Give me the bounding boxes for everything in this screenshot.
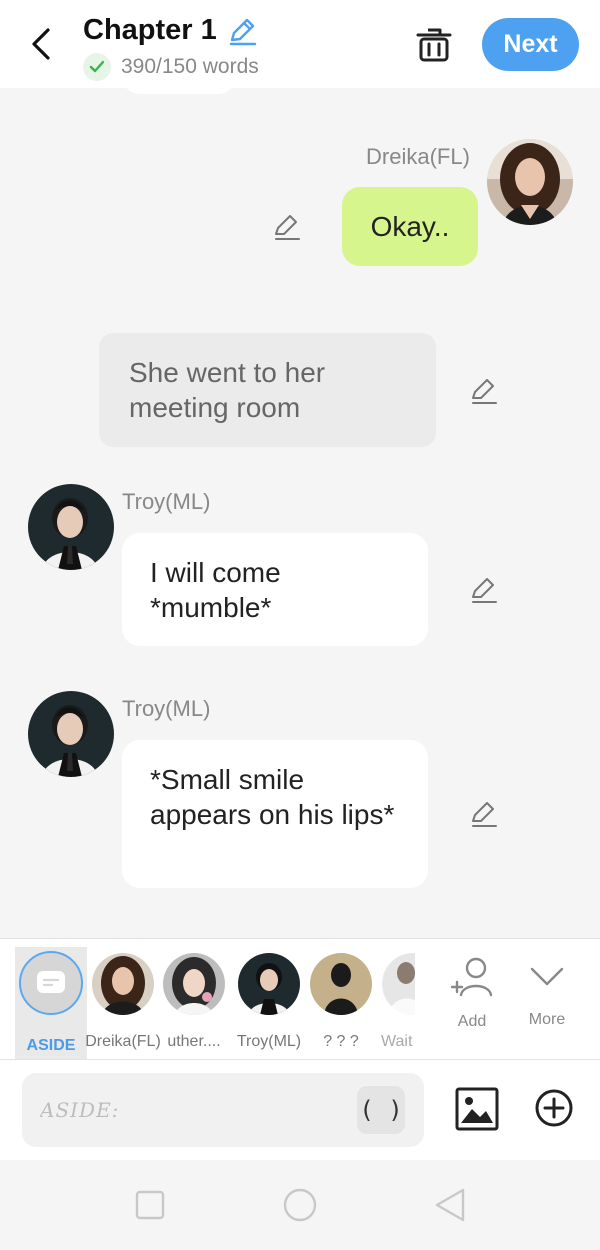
aside-icon	[19, 951, 83, 1015]
character-troy[interactable]: Troy(ML)	[231, 939, 307, 1059]
composer-bar: ( )	[0, 1060, 600, 1160]
word-count: 390/150 words	[121, 55, 259, 78]
avatar-troy[interactable]	[28, 691, 114, 777]
title-row: Chapter 1	[83, 14, 257, 47]
chevron-down-icon	[530, 967, 564, 986]
home-circle-icon[interactable]	[281, 1186, 319, 1224]
character-avatar	[382, 953, 415, 1015]
more-label: More	[528, 1011, 566, 1028]
character-label: ASIDE	[26, 1037, 76, 1054]
message-bubble[interactable]: Okay..	[342, 187, 478, 266]
character-aside[interactable]: ASIDE	[15, 947, 87, 1059]
check-icon	[83, 53, 111, 81]
speaker-name: Troy(ML)	[122, 696, 211, 721]
image-icon[interactable]	[455, 1087, 499, 1131]
character-avatar	[92, 953, 154, 1015]
add-character-button[interactable]: Add	[437, 939, 507, 1059]
top-bar: Chapter 1 390/150 words Next	[0, 0, 600, 88]
recents-square-icon[interactable]	[131, 1186, 169, 1224]
avatar-troy[interactable]	[28, 484, 114, 570]
character-label: Dreika(FL)	[85, 1033, 161, 1050]
character-avatar	[238, 953, 300, 1015]
character-label: Troy(ML)	[236, 1033, 302, 1050]
speaker-name: Dreika(FL)	[366, 144, 470, 169]
edit-message-icon[interactable]	[272, 212, 302, 242]
trash-icon[interactable]	[414, 24, 454, 64]
chapter-title: Chapter 1	[83, 14, 217, 46]
message-input-box[interactable]: ( )	[22, 1073, 424, 1147]
back-triangle-icon[interactable]	[431, 1186, 469, 1224]
character-unknown[interactable]: ? ? ?	[307, 939, 375, 1059]
speaker-name: Troy(ML)	[122, 489, 211, 514]
add-label: Add	[457, 1013, 487, 1030]
more-button[interactable]: More	[512, 939, 582, 1059]
character-wait[interactable]: Wait	[378, 939, 415, 1059]
chat-area[interactable]: Dreika(FL) Okay.. She went to her meetin…	[0, 88, 600, 938]
system-nav-bar	[0, 1160, 600, 1250]
message-bubble[interactable]: I will come *mumble*	[122, 533, 428, 646]
character-label: Wait	[381, 1033, 413, 1050]
add-person-icon	[450, 957, 493, 997]
message-bubble[interactable]: *Small smile appears on his lips*	[122, 740, 428, 888]
edit-message-icon[interactable]	[469, 799, 499, 829]
character-label: uther....	[167, 1033, 221, 1050]
edit-title-icon[interactable]	[227, 16, 257, 46]
message-input[interactable]	[40, 1093, 340, 1127]
previous-message-bubble	[122, 88, 236, 94]
edit-message-icon[interactable]	[469, 575, 499, 605]
add-circle-icon[interactable]	[534, 1088, 574, 1128]
character-uther[interactable]: uther....	[158, 939, 230, 1059]
narration-bubble[interactable]: She went to her meeting room	[99, 333, 436, 447]
character-avatar	[163, 953, 225, 1015]
parentheses-button[interactable]: ( )	[357, 1086, 405, 1134]
edit-message-icon[interactable]	[469, 376, 499, 406]
back-arrow-icon[interactable]	[26, 26, 56, 62]
avatar-dreika[interactable]	[487, 139, 573, 225]
character-selector: ASIDE Dreika(FL) uther.... Troy(ML) ? ? …	[0, 938, 600, 1060]
character-label: ? ? ?	[323, 1033, 359, 1050]
next-button[interactable]: Next	[482, 18, 579, 71]
word-count-row: 390/150 words	[83, 53, 259, 81]
character-dreika[interactable]: Dreika(FL)	[85, 939, 161, 1059]
character-avatar	[310, 953, 372, 1015]
